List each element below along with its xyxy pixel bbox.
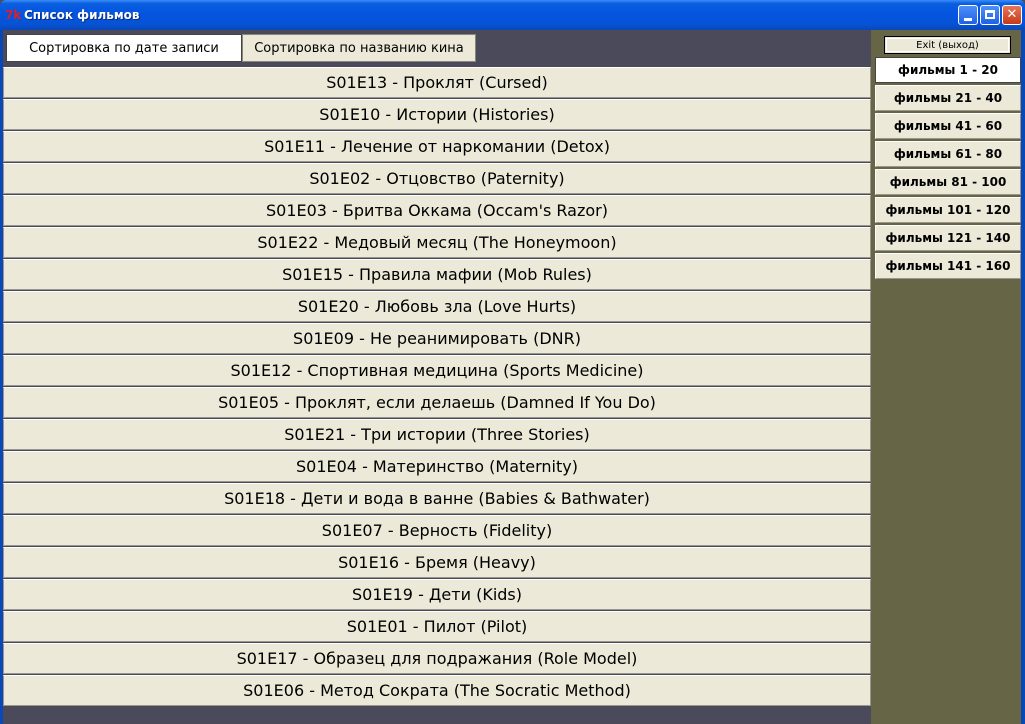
- film-item[interactable]: S01E07 - Верность (Fidelity): [3, 515, 871, 546]
- film-item[interactable]: S01E05 - Проклят, если делаешь (Damned I…: [3, 387, 871, 418]
- sort-by-name-button[interactable]: Сортировка по названию кина: [242, 34, 476, 62]
- window-frame-right: [1021, 30, 1025, 724]
- range-list: фильмы 1 - 20 фильмы 21 - 40 фильмы 41 -…: [875, 57, 1021, 281]
- range-button[interactable]: фильмы 141 - 160: [875, 253, 1021, 279]
- range-button[interactable]: фильмы 61 - 80: [875, 141, 1021, 167]
- minimize-button[interactable]: [958, 5, 978, 25]
- film-item[interactable]: S01E11 - Лечение от наркомании (Detox): [3, 131, 871, 162]
- film-item[interactable]: S01E22 - Медовый месяц (The Honeymoon): [3, 227, 871, 258]
- range-button[interactable]: фильмы 21 - 40: [875, 85, 1021, 111]
- range-button[interactable]: фильмы 41 - 60: [875, 113, 1021, 139]
- film-item[interactable]: S01E10 - Истории (Histories): [3, 99, 871, 130]
- film-item[interactable]: S01E06 - Метод Сократа (The Socratic Met…: [3, 675, 871, 706]
- title-bar[interactable]: 7k Список фильмов ✕: [0, 0, 1025, 30]
- film-item[interactable]: S01E19 - Дети (Kids): [3, 579, 871, 610]
- window-title: Список фильмов: [24, 8, 140, 22]
- range-button[interactable]: фильмы 121 - 140: [875, 225, 1021, 251]
- film-item[interactable]: S01E21 - Три истории (Three Stories): [3, 419, 871, 450]
- film-item[interactable]: S01E03 - Бритва Оккама (Occam's Razor): [3, 195, 871, 226]
- app-logo-icon: 7k: [5, 8, 22, 22]
- film-list: S01E13 - Проклят (Cursed) S01E10 - Истор…: [3, 67, 871, 707]
- film-item[interactable]: S01E17 - Образец для подражания (Role Mo…: [3, 643, 871, 674]
- main-content: Сортировка по дате записи Сортировка по …: [3, 30, 871, 724]
- film-item[interactable]: S01E18 - Дети и вода в ванне (Babies & B…: [3, 483, 871, 514]
- maximize-button[interactable]: [980, 5, 1000, 25]
- range-button[interactable]: фильмы 1 - 20: [875, 57, 1021, 83]
- range-button[interactable]: фильмы 101 - 120: [875, 197, 1021, 223]
- close-icon: ✕: [1006, 7, 1018, 22]
- film-item[interactable]: S01E15 - Правила мафии (Mob Rules): [3, 259, 871, 290]
- film-item[interactable]: S01E02 - Отцовство (Paternity): [3, 163, 871, 194]
- range-button[interactable]: фильмы 81 - 100: [875, 169, 1021, 195]
- maximize-icon: [985, 10, 995, 19]
- film-item[interactable]: S01E16 - Бремя (Heavy): [3, 547, 871, 578]
- film-item[interactable]: S01E09 - Не реанимировать (DNR): [3, 323, 871, 354]
- film-item[interactable]: S01E13 - Проклят (Cursed): [3, 67, 871, 98]
- film-item[interactable]: S01E12 - Спортивная медицина (Sports Med…: [3, 355, 871, 386]
- film-item[interactable]: S01E01 - Пилот (Pilot): [3, 611, 871, 642]
- exit-button[interactable]: Exit (выход): [884, 36, 1011, 54]
- minimize-icon: [964, 18, 972, 21]
- sort-by-date-button[interactable]: Сортировка по дате записи: [6, 34, 242, 62]
- side-panel: Exit (выход) фильмы 1 - 20 фильмы 21 - 4…: [871, 30, 1021, 724]
- close-button[interactable]: ✕: [1002, 5, 1022, 25]
- film-item[interactable]: S01E20 - Любовь зла (Love Hurts): [3, 291, 871, 322]
- film-item[interactable]: S01E04 - Материнство (Maternity): [3, 451, 871, 482]
